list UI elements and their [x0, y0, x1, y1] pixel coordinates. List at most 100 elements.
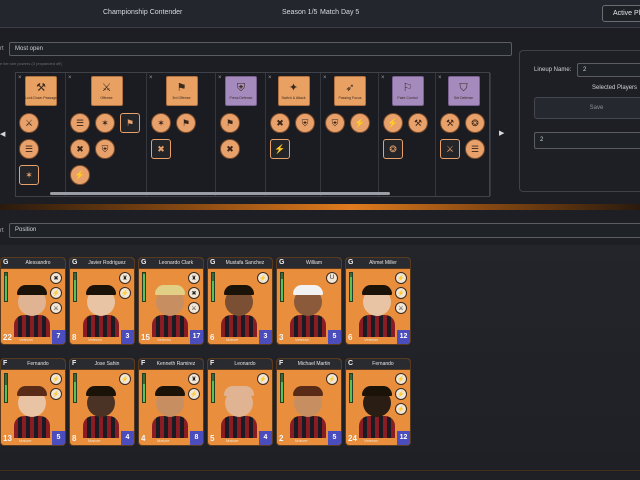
trait-icon[interactable]: ⚔ — [50, 302, 62, 314]
remove-play-icon[interactable]: × — [323, 75, 327, 81]
player-token-icon[interactable]: ✶ — [19, 165, 39, 185]
lineup-name-input[interactable]: 2 — [577, 63, 640, 77]
trait-icon[interactable]: ⚡ — [395, 272, 407, 284]
player-name: William — [305, 260, 323, 266]
play-card[interactable]: ⛨ Press Defense — [225, 76, 257, 106]
matchday-indicator: Match Day 5 — [320, 9, 360, 16]
trait-icon[interactable]: ♜ — [119, 272, 131, 284]
trait-icon[interactable]: ⚡ — [119, 287, 131, 299]
trait-icon[interactable]: ⚡ — [395, 287, 407, 299]
lineup-select[interactable]: 2 — [534, 132, 640, 149]
player-token-icon[interactable]: ⚡ — [70, 165, 90, 185]
trait-icon[interactable]: ✖ — [50, 272, 62, 284]
play-card[interactable]: ⚔ Offense — [90, 76, 123, 106]
player-hair — [224, 285, 254, 295]
player-token-icon[interactable]: ☰ — [465, 139, 485, 159]
player-card[interactable]: G Javier Rodriguez ♜ ⚡ 8 Veteran 3 — [69, 257, 135, 345]
remove-play-icon[interactable]: × — [149, 75, 153, 81]
play-card[interactable]: ⛉ Set Defense — [447, 76, 480, 106]
active-players-button[interactable]: Active Pl — [602, 5, 640, 22]
player-rating: 4 — [121, 431, 134, 445]
play-icon: ➶ — [345, 81, 355, 94]
player-number: 6 — [348, 333, 353, 342]
player-token-icon[interactable]: ✖ — [270, 113, 290, 133]
player-token-icon[interactable]: ✖ — [220, 139, 240, 159]
player-name: Leonardo Clark — [158, 260, 194, 266]
player-card[interactable]: G Alessandro ✖ ⚡ ⚔ 22 Veteran 7 — [0, 257, 66, 345]
trait-icon[interactable]: ⚡ — [50, 373, 62, 385]
player-token-icon[interactable]: ⚒ — [440, 113, 460, 133]
play-card[interactable]: ⚒ Lock Down Passage — [25, 76, 57, 106]
player-position: F — [279, 360, 284, 367]
playbook-scrollbar[interactable] — [50, 192, 390, 195]
remove-play-icon[interactable]: × — [438, 75, 442, 81]
trait-icon[interactable]: ✖ — [188, 287, 200, 299]
player-token-icon[interactable]: ☰ — [70, 113, 90, 133]
play-icon: ⛉ — [459, 81, 468, 94]
player-token-icon[interactable]: ⚔ — [19, 113, 39, 133]
player-token-icon[interactable]: ❂ — [383, 139, 403, 159]
player-card[interactable]: G Leonardo Clark ♜ ✖ ⚔ 15 Veteran 17 — [138, 257, 204, 345]
trait-icon[interactable]: ♜ — [188, 272, 200, 284]
player-experience-tag: Veteran — [295, 337, 309, 342]
trait-icon[interactable]: ⚡ — [257, 373, 269, 385]
player-card[interactable]: F Kenneth Ramirez ♜ ⚡ 4 Mature 8 — [138, 358, 204, 446]
player-card[interactable]: F Jose Sahin ⚡ 8 Mature 4 — [69, 358, 135, 446]
player-token-icon[interactable]: ⛨ — [325, 113, 345, 133]
trait-icon[interactable]: ♜ — [188, 373, 200, 385]
player-token-icon[interactable]: ☰ — [19, 139, 39, 159]
player-token-icon[interactable]: ✶ — [95, 113, 115, 133]
tactics-right-arrow[interactable]: ▶ — [499, 129, 504, 137]
tactics-sort-select[interactable]: Most open — [9, 42, 512, 56]
player-token-icon[interactable]: ⚑ — [120, 113, 140, 133]
player-token-icon[interactable]: ✖ — [151, 139, 171, 159]
remove-play-icon[interactable]: × — [68, 75, 72, 81]
player-token-icon[interactable]: ❂ — [465, 113, 485, 133]
player-token-icon[interactable]: ⚡ — [270, 139, 290, 159]
player-token-icon[interactable]: ✖ — [70, 139, 90, 159]
player-token-icon[interactable]: ⚒ — [408, 113, 428, 133]
save-button[interactable]: Save — [534, 97, 640, 119]
card-header: F Kenneth Ramirez — [139, 359, 203, 370]
tactics-left-arrow[interactable]: ◀ — [0, 130, 5, 138]
player-experience-tag: Mature — [226, 337, 239, 342]
trait-icon[interactable]: ⚡ — [395, 388, 407, 400]
player-card[interactable]: G Ahmet Miller ⚡ ⚡ ⚔ 6 Veteran 12 — [345, 257, 411, 345]
player-card[interactable]: G William U 3 Veteran 5 — [276, 257, 342, 345]
player-card[interactable]: G Mustafa Sanchez ⚡ 6 Mature 3 — [207, 257, 273, 345]
trait-icon[interactable]: ⚡ — [326, 373, 338, 385]
player-token-icon[interactable]: ⚔ — [440, 139, 460, 159]
trait-icon[interactable]: ⚡ — [50, 287, 62, 299]
trait-icon[interactable]: ⚡ — [395, 403, 407, 415]
remove-play-icon[interactable]: × — [268, 75, 272, 81]
play-icon: ⚑ — [176, 81, 187, 94]
player-token-icon[interactable]: ✶ — [151, 113, 171, 133]
play-card[interactable]: ⚑ 3rd Offense — [165, 76, 198, 106]
play-card[interactable]: ⚐ Paint Control — [391, 76, 424, 106]
player-token-icon[interactable]: ⛨ — [295, 113, 315, 133]
play-card[interactable]: ✦ Switch & Attack — [277, 76, 310, 106]
trait-icon[interactable]: ⚔ — [395, 302, 407, 314]
player-card[interactable]: C Fernando ⚡ ⚡ ⚡ 24 Veteran 12 — [345, 358, 411, 446]
remove-play-icon[interactable]: × — [18, 75, 22, 81]
trait-icon[interactable]: ⚔ — [188, 302, 200, 314]
player-token-icon[interactable]: ⚑ — [176, 113, 196, 133]
player-token-icon[interactable]: ⚑ — [220, 113, 240, 133]
trait-icon[interactable]: ⚡ — [257, 272, 269, 284]
play-card[interactable]: ➶ Passing Focus — [334, 76, 366, 106]
player-token-icon[interactable]: ⛨ — [95, 139, 115, 159]
roster-sort-select[interactable]: Position — [9, 223, 640, 238]
player-card[interactable]: F Leonardo ⚡ 5 Mature 4 — [207, 358, 273, 446]
player-card[interactable]: F Fernando ⚡ ⚡ 13 Mature 5 — [0, 358, 66, 446]
remove-play-icon[interactable]: × — [381, 75, 385, 81]
trait-icon[interactable]: ⚡ — [188, 388, 200, 400]
player-token-icon[interactable]: ⚡ — [383, 113, 403, 133]
player-position: G — [210, 259, 216, 266]
player-card[interactable]: F Michael Martin ⚡ 2 Mature 5 — [276, 358, 342, 446]
player-token-icon[interactable]: ⚡ — [350, 113, 370, 133]
remove-play-icon[interactable]: × — [218, 75, 222, 81]
trait-icon[interactable]: ⚡ — [50, 388, 62, 400]
trait-icon[interactable]: U — [326, 272, 338, 284]
trait-icon[interactable]: ⚡ — [119, 373, 131, 385]
trait-icon[interactable]: ⚡ — [395, 373, 407, 385]
